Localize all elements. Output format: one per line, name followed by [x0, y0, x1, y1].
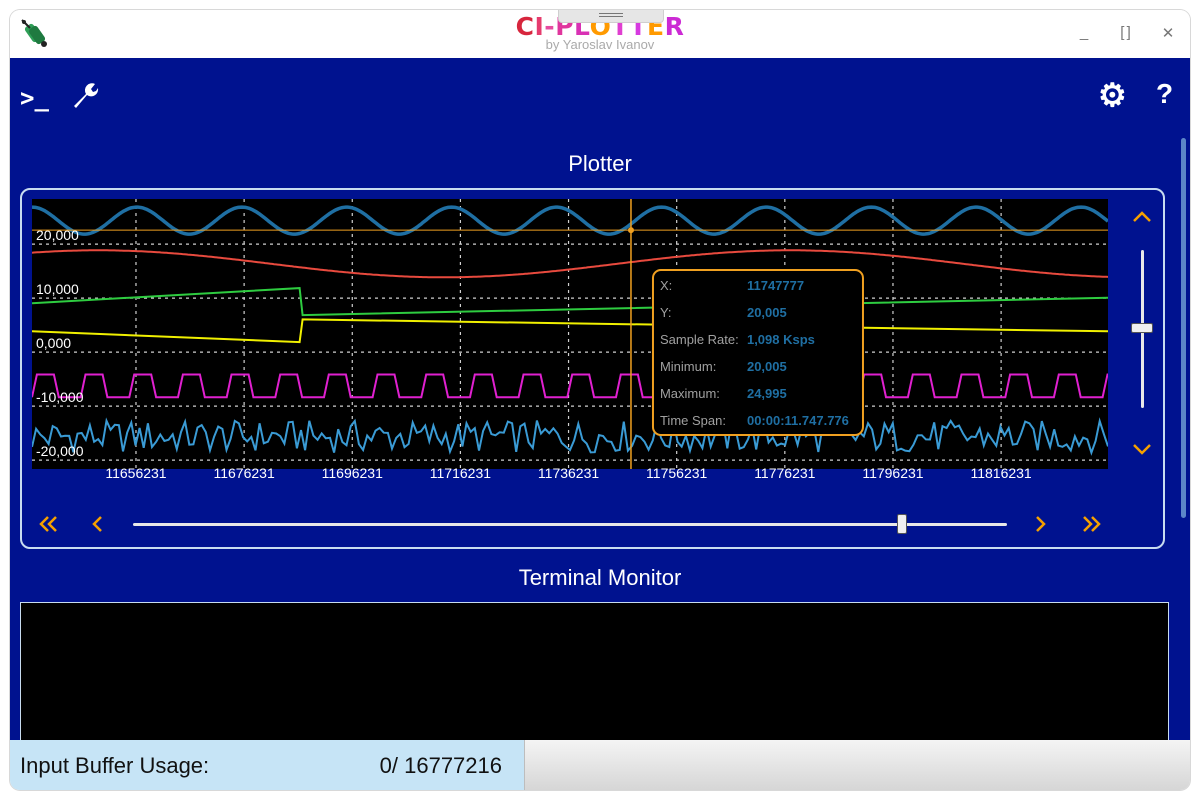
tooltip-label: Time Span: [660, 413, 726, 428]
x-tick-label: 11716231 [430, 465, 491, 481]
app-subtitle: by Yaroslav Ivanov [545, 37, 655, 52]
cursor-tooltip [651, 269, 864, 436]
close-button[interactable]: ✕ [1157, 24, 1179, 42]
nav-prev-button[interactable] [90, 514, 104, 539]
tooltip-value: 20,005 [747, 359, 787, 374]
help-icon[interactable]: ? [1156, 78, 1173, 110]
buffer-usage-label: Input Buffer Usage: [20, 753, 210, 778]
terminal-icon[interactable]: >_ [20, 84, 49, 112]
status-footer: Input Buffer Usage: 0/ 16777216 [10, 740, 1190, 790]
settings-gears-icon[interactable]: ⚙ [1098, 76, 1127, 114]
tooltip-value: 11747777 [747, 278, 804, 293]
buffer-label-box: Input Buffer Usage: 0/ 16777216 [10, 740, 524, 790]
vertical-scrollbar[interactable] [1178, 138, 1186, 518]
nav-last-button[interactable] [1081, 514, 1103, 539]
chevron-down-icon [1133, 444, 1151, 455]
terminal-title: Terminal Monitor [518, 565, 682, 590]
maximize-button[interactable]: [ ] [1114, 24, 1136, 41]
vertical-slider-thumb[interactable] [1131, 323, 1153, 333]
double-chevron-left-icon [39, 516, 57, 532]
terminal-monitor[interactable] [20, 602, 1169, 752]
app-window: CI-PLOTTER by Yaroslav Ivanov _ [ ] ✕ >_… [10, 10, 1190, 790]
position-slider-thumb[interactable] [897, 514, 908, 534]
x-tick-label: 11736231 [538, 465, 599, 481]
plot-area[interactable]: 20,000 10,000 0,000 -10,000 -20,000 X: 1174777… [32, 199, 1108, 483]
y-tick-label: -10,000 [36, 389, 84, 405]
tooltip-value: 1,098 Ksps [747, 332, 815, 347]
wrench-icon[interactable] [70, 80, 100, 110]
nav-next-button[interactable] [1034, 514, 1048, 539]
scale-up-button[interactable] [1132, 204, 1152, 228]
y-tick-label: 0,000 [36, 335, 71, 351]
y-tick-label: -20,000 [36, 443, 84, 459]
nav-first-button[interactable] [37, 514, 59, 539]
buffer-usage-value: 0/ 16777216 [379, 753, 502, 778]
main-content: >_ ⚙ ? Plotter 20,000 10,000 0,000 -10,000 -… [10, 58, 1190, 752]
buffer-usage-bar [524, 740, 1190, 790]
tooltip-label: X: [660, 278, 672, 293]
tooltip-value: 20,005 [747, 305, 787, 320]
tooltip-value: 00:00:11.747.776 [747, 413, 849, 428]
chevron-up-icon [1133, 211, 1151, 222]
double-chevron-right-icon [1083, 516, 1101, 532]
x-tick-label: 11756231 [646, 465, 707, 481]
chevron-right-icon [1036, 516, 1046, 532]
tooltip-label: Minimum: [660, 359, 716, 374]
x-tick-label: 11676231 [213, 465, 274, 481]
x-tick-label: 11776231 [754, 465, 815, 481]
minimize-button[interactable]: _ [1073, 24, 1095, 41]
tooltip-label: Y: [660, 305, 672, 320]
cursor-point [627, 227, 634, 234]
y-tick-label: 10,000 [36, 281, 79, 297]
x-tick-label: 11696231 [322, 465, 383, 481]
tooltip-label: Maximum: [660, 386, 720, 401]
drag-grip[interactable] [558, 10, 664, 23]
scale-down-button[interactable] [1132, 436, 1152, 460]
x-tick-label: 11816231 [970, 465, 1031, 481]
tooltip-value: 24,995 [747, 386, 787, 401]
position-slider-track[interactable] [133, 523, 1007, 526]
x-tick-label: 11656231 [105, 465, 166, 481]
x-tick-label: 11796231 [862, 465, 923, 481]
tooltip-label: Sample Rate: [660, 332, 739, 347]
plotter-title: Plotter [568, 151, 632, 176]
y-tick-label: 20,000 [36, 227, 79, 243]
scrollbar-thumb[interactable] [1181, 138, 1186, 518]
chevron-left-icon [92, 516, 102, 532]
